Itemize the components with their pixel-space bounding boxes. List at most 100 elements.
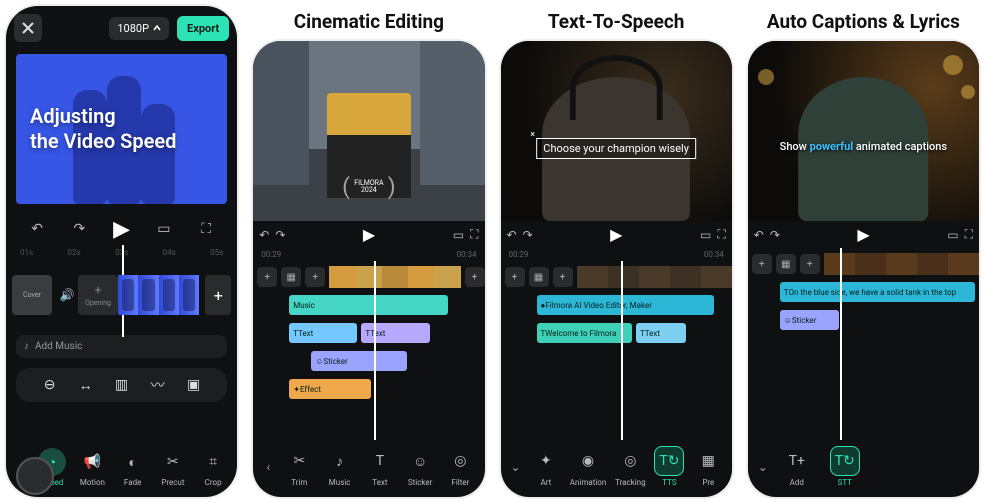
track-area[interactable]: + ▦ + ● Filmora AI Video Editor, Maker T…	[501, 261, 732, 440]
timeline[interactable]: Cover 🔊 + Opening +	[6, 263, 237, 327]
tool-sticker[interactable]: ☺Sticker	[405, 446, 435, 487]
undo-button[interactable]: ↶	[259, 228, 269, 242]
cover-thumb[interactable]: ▦	[529, 267, 549, 287]
add-track-button[interactable]: +	[257, 267, 277, 287]
fullscreen-button[interactable]: ⛶	[717, 227, 725, 242]
tool-precut[interactable]: ✂ Precut	[159, 448, 187, 487]
effect-clip[interactable]: ✦ Effect	[289, 379, 371, 399]
tool-label: Filter	[451, 478, 469, 487]
tool-music[interactable]: ♪Music	[325, 446, 355, 487]
tool-animation[interactable]: ◉Animation	[570, 446, 607, 487]
play-button[interactable]: ▶	[109, 216, 135, 242]
record-button[interactable]	[16, 457, 54, 495]
clip-strip[interactable]	[577, 266, 732, 288]
add-track-button[interactable]: +	[505, 267, 525, 287]
text-overlay[interactable]: × Choose your champion wisely	[536, 138, 696, 159]
back-button[interactable]: ‹	[257, 456, 279, 478]
frame-button[interactable]: ▭	[453, 228, 464, 242]
video-preview[interactable]: FILMORA 2024	[253, 41, 484, 221]
cinematic-screen: FILMORA 2024 ↶ ↷ ▶ ▭ ⛶ 00:29 00:34 + ▦	[253, 41, 484, 497]
clip-label: Text	[370, 329, 385, 338]
text-clip[interactable]: T Text	[361, 323, 429, 343]
card-title: Text-To-Speech	[548, 10, 685, 33]
fullscreen-button[interactable]: ⛶	[470, 227, 478, 242]
tool-crop[interactable]: ⌗ Crop	[199, 448, 227, 487]
sticker-clip[interactable]: ☺ Sticker	[780, 310, 839, 330]
text-clip[interactable]: T Text	[289, 323, 357, 343]
tool-pre[interactable]: ▦Pre	[693, 446, 723, 487]
tool-text[interactable]: TText	[365, 446, 395, 487]
close-icon[interactable]: ×	[530, 130, 535, 140]
speed-curve-icon[interactable]: 〰	[149, 376, 167, 394]
track-area[interactable]: + ▦ + T On the blue side, we have a soli…	[748, 248, 979, 440]
undo-button[interactable]: ↶	[754, 228, 764, 242]
video-preview[interactable]: Adjusting the Video Speed	[16, 54, 227, 204]
add-clip-button[interactable]: +	[205, 275, 231, 315]
preset-icon: ▦	[693, 446, 723, 476]
clip-label: Welcome to Filmora	[545, 329, 616, 338]
fullscreen-button[interactable]: ⛶	[193, 216, 219, 242]
caption-clip[interactable]: T On the blue side, we have a solid tank…	[780, 282, 975, 302]
opening-slot[interactable]: +	[800, 254, 820, 274]
playhead[interactable]	[840, 248, 842, 440]
opening-slot[interactable]: + Opening	[78, 275, 118, 315]
add-track-button[interactable]: +	[752, 254, 772, 274]
frame-button[interactable]: ▭	[700, 228, 711, 242]
tool-filter[interactable]: ◎Filter	[445, 446, 475, 487]
text-clip[interactable]: T Text	[636, 323, 686, 343]
tool-motion[interactable]: 📢 Motion	[78, 448, 106, 487]
play-button[interactable]: ▶	[363, 225, 375, 244]
tool-art[interactable]: ✦Art	[531, 446, 561, 487]
export-button[interactable]: Export	[177, 16, 229, 41]
cover-thumbnail[interactable]: Cover	[12, 275, 52, 315]
speed-bars-icon[interactable]: ▥	[113, 376, 131, 394]
tool-fade[interactable]: ◐ Fade	[119, 448, 147, 487]
collapse-button[interactable]: ⌄	[752, 456, 774, 478]
clip-thumbnails[interactable]	[118, 275, 199, 315]
undo-button[interactable]: ↶	[507, 228, 517, 242]
music-note-icon: ♪	[24, 341, 29, 352]
feature-card-cinematic: Cinematic Editing FILMORA 2024 ↶ ↷ ▶ ▭ ⛶	[253, 6, 484, 497]
playhead[interactable]	[621, 261, 623, 440]
frame-button[interactable]: ▭	[947, 228, 958, 242]
speed-freeze-icon[interactable]: ▣	[185, 376, 203, 394]
timecode-row: 00:29 00:34	[501, 248, 732, 261]
undo-button[interactable]: ↶	[24, 216, 50, 242]
resolution-dropdown[interactable]: 1080P	[109, 17, 169, 40]
redo-button[interactable]: ↷	[770, 228, 780, 242]
sticker-clip[interactable]: ☺ Sticker	[311, 351, 406, 371]
playhead[interactable]	[374, 261, 376, 440]
mute-toggle[interactable]: 🔊	[56, 275, 78, 315]
fullscreen-button[interactable]: ⛶	[965, 227, 973, 242]
tool-add[interactable]: T+Add	[782, 446, 812, 487]
opening-slot[interactable]: +	[305, 267, 325, 287]
overlay-label: Choose your champion wisely	[543, 142, 689, 155]
tool-trim[interactable]: ✂Trim	[284, 446, 314, 487]
clip-strip[interactable]	[824, 253, 979, 275]
cover-thumb[interactable]: ▦	[281, 267, 301, 287]
ai-audio-clip[interactable]: ● Filmora AI Video Editor, Maker	[537, 295, 714, 315]
frame-button[interactable]: ▭	[151, 216, 177, 242]
clip-strip[interactable]	[329, 266, 460, 288]
opening-slot[interactable]: +	[553, 267, 573, 287]
play-button[interactable]: ▶	[610, 225, 622, 244]
video-preview[interactable]: Show powerful animated captions	[748, 41, 979, 221]
tool-stt[interactable]: T↻STT	[830, 446, 860, 487]
add-music-button[interactable]: ♪ Add Music	[16, 335, 227, 358]
tool-tracking[interactable]: ◎Tracking	[615, 446, 645, 487]
tts-clip[interactable]: T Welcome to Filmora	[537, 323, 632, 343]
track-area[interactable]: + ▦ + + Music T Text T Text ☺ Sticker ✦ …	[253, 261, 484, 440]
speed-slow-icon[interactable]: ⊖	[41, 376, 59, 394]
play-button[interactable]: ▶	[857, 225, 869, 244]
cover-thumb[interactable]: ▦	[776, 254, 796, 274]
add-clip-button[interactable]: +	[465, 267, 485, 287]
speed-reverse-icon[interactable]: ↔	[77, 376, 95, 394]
redo-button[interactable]: ↷	[66, 216, 92, 242]
tool-tts[interactable]: T↻TTS	[654, 446, 684, 487]
collapse-button[interactable]: ⌄	[505, 456, 527, 478]
video-preview[interactable]: × Choose your champion wisely	[501, 41, 732, 221]
music-clip[interactable]: Music	[289, 295, 448, 315]
close-button[interactable]	[14, 14, 42, 42]
redo-button[interactable]: ↷	[275, 228, 285, 242]
redo-button[interactable]: ↷	[523, 228, 533, 242]
